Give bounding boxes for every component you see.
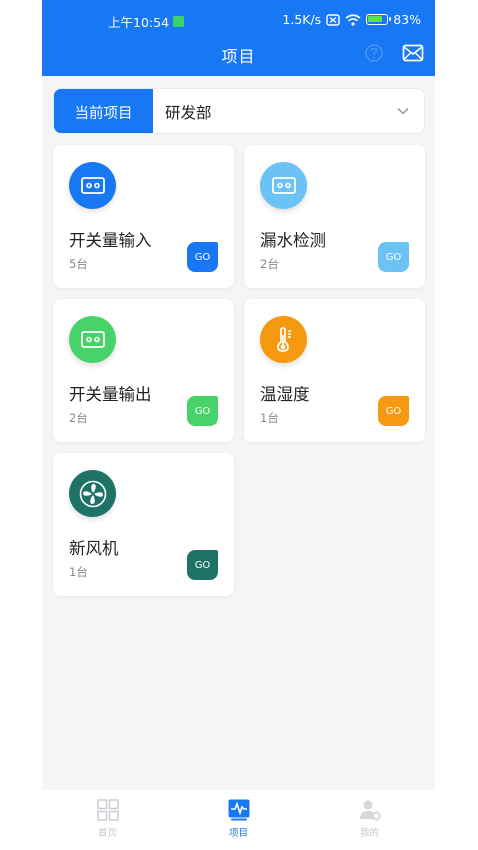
device-card-temp-humidity[interactable]: 温湿度 1台 GO — [244, 299, 425, 442]
go-button[interactable]: GO — [187, 242, 218, 272]
card-count: 5台 — [69, 257, 88, 271]
card-title: 温湿度 — [260, 385, 310, 404]
device-card-fresh-air[interactable]: 新风机 1台 GO — [53, 453, 234, 596]
nav-home[interactable]: 首页 — [42, 790, 173, 850]
nav-projects[interactable]: 项目 — [173, 790, 304, 850]
card-title: 开关量输入 — [69, 231, 152, 250]
phone-screen: 上午10:54 1.5K/s 83% 项目 当前项目 研发部 开关量输入 5台 … — [42, 0, 435, 850]
card-count: 1台 — [260, 411, 279, 425]
battery-icon — [366, 14, 392, 25]
app-header: 上午10:54 1.5K/s 83% 项目 — [42, 0, 435, 76]
network-speed: 1.5K/s — [282, 12, 322, 27]
project-dropdown-value[interactable]: 研发部 — [165, 89, 212, 133]
device-card-digital-output[interactable]: 开关量输出 2台 GO — [53, 299, 234, 442]
switch-box-icon — [69, 162, 116, 209]
go-button[interactable]: GO — [378, 396, 409, 426]
status-bar: 上午10:54 1.5K/s 83% — [42, 10, 435, 32]
mail-icon[interactable] — [402, 43, 424, 63]
card-title: 新风机 — [69, 539, 119, 558]
water-leak-icon — [260, 162, 307, 209]
card-title: 漏水检测 — [260, 231, 326, 250]
notification-badge-icon — [173, 16, 185, 27]
bottom-nav: 首页 项目 我的 — [42, 790, 435, 850]
user-settings-icon — [359, 800, 381, 821]
activity-icon — [228, 799, 249, 821]
card-title: 开关量输出 — [69, 385, 152, 404]
card-count: 2台 — [69, 411, 88, 425]
fan-icon — [69, 470, 116, 517]
go-button[interactable]: GO — [187, 550, 218, 580]
card-count: 1台 — [69, 565, 88, 579]
nav-label: 我的 — [359, 828, 379, 839]
device-card-water-leak[interactable]: 漏水检测 2台 GO — [244, 145, 425, 288]
thermometer-icon — [260, 316, 307, 363]
go-button[interactable]: GO — [378, 242, 409, 272]
card-count: 2台 — [260, 257, 279, 271]
project-selector[interactable]: 当前项目 研发部 — [53, 88, 425, 134]
help-icon[interactable] — [364, 43, 384, 63]
status-indicators: 1.5K/s 83% — [282, 12, 421, 27]
current-project-tab[interactable]: 当前项目 — [54, 89, 153, 133]
device-card-digital-input[interactable]: 开关量输入 5台 GO — [53, 145, 234, 288]
nav-profile[interactable]: 我的 — [304, 790, 435, 850]
switch-box-icon — [69, 316, 116, 363]
chevron-down-icon[interactable] — [396, 104, 410, 118]
clock: 上午10:54 — [108, 15, 170, 30]
battery-level: 83% — [393, 12, 421, 27]
sim-icon — [326, 13, 340, 26]
nav-label: 首页 — [97, 828, 117, 839]
status-time: 上午10:54 — [108, 12, 185, 31]
grid-icon — [96, 799, 119, 821]
go-button[interactable]: GO — [187, 396, 218, 426]
wifi-icon — [345, 13, 361, 26]
nav-label: 项目 — [228, 828, 248, 839]
